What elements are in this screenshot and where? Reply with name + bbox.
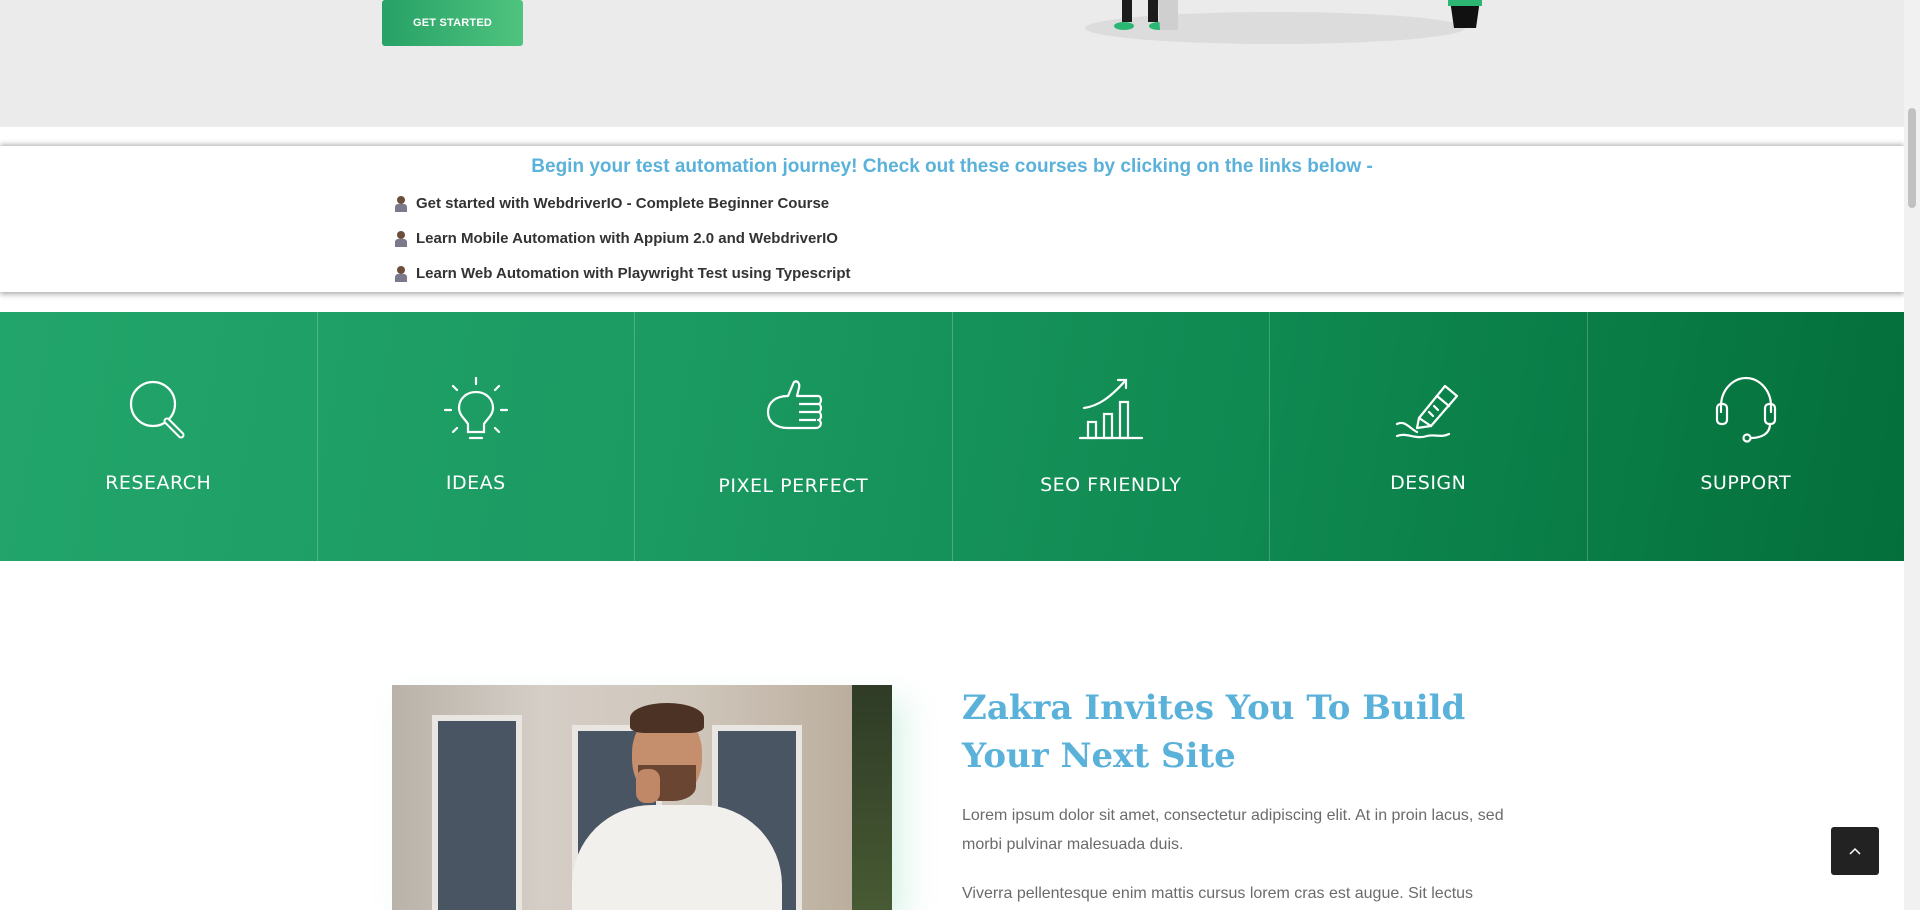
course-link-label: Learn Web Automation with Playwright Tes… bbox=[416, 265, 851, 282]
person-icon bbox=[394, 265, 408, 282]
thumbs-up-icon bbox=[767, 380, 823, 430]
scroll-to-top-button[interactable] bbox=[1831, 827, 1879, 875]
page-scrollbar[interactable] bbox=[1904, 0, 1920, 910]
feature-label: RESEARCH bbox=[105, 472, 212, 494]
about-title: Zakra Invites You To Build Your Next Sit… bbox=[962, 688, 1466, 776]
features-band: RESEARCH IDEAS PIXEL PERFECT SEO FRIENDL… bbox=[0, 312, 1904, 561]
chevron-up-icon bbox=[1849, 847, 1861, 855]
pen-icon bbox=[1396, 384, 1459, 439]
feature-seo-friendly[interactable]: SEO FRIENDLY bbox=[953, 312, 1270, 561]
courses-banner: Begin your test automation journey! Chec… bbox=[0, 146, 1904, 292]
hero-illustration bbox=[1085, 0, 1482, 44]
feature-label: DESIGN bbox=[1390, 472, 1467, 494]
feature-research[interactable]: RESEARCH bbox=[0, 312, 318, 561]
feature-label: IDEAS bbox=[445, 472, 506, 494]
about-paragraph: Lorem ipsum dolor sit amet, consectetur … bbox=[962, 807, 1504, 853]
feature-support[interactable]: SUPPORT bbox=[1588, 312, 1905, 561]
person-icon bbox=[394, 195, 408, 212]
about-photo bbox=[392, 685, 892, 910]
person-icon bbox=[394, 230, 408, 247]
feature-label: SUPPORT bbox=[1700, 472, 1792, 494]
scrollbar-thumb[interactable] bbox=[1908, 108, 1916, 208]
course-link-label: Get started with WebdriverIO - Complete … bbox=[416, 195, 830, 212]
feature-design[interactable]: DESIGN bbox=[1270, 312, 1588, 561]
feature-ideas[interactable]: IDEAS bbox=[318, 312, 635, 561]
headset-icon bbox=[1715, 376, 1776, 443]
courses-title: Begin your test automation journey! Chec… bbox=[531, 156, 1373, 177]
feature-label: PIXEL PERFECT bbox=[718, 475, 869, 497]
feature-pixel-perfect[interactable]: PIXEL PERFECT bbox=[635, 312, 953, 561]
course-link-appium[interactable]: Learn Mobile Automation with Appium 2.0 … bbox=[394, 230, 838, 247]
course-link-playwright[interactable]: Learn Web Automation with Playwright Tes… bbox=[394, 265, 851, 282]
about-paragraph: Viverra pellentesque enim mattis cursus … bbox=[962, 885, 1474, 902]
lightbulb-icon bbox=[443, 376, 508, 440]
magnifier-icon bbox=[130, 380, 185, 439]
bar-chart-icon bbox=[1078, 378, 1143, 440]
hero-section: GET STARTED bbox=[0, 0, 1904, 127]
course-link-webdriverio[interactable]: Get started with WebdriverIO - Complete … bbox=[394, 195, 829, 212]
get-started-button[interactable]: GET STARTED bbox=[382, 0, 523, 46]
page: GET STARTED Begin your test automation j… bbox=[0, 0, 1920, 910]
course-link-label: Learn Mobile Automation with Appium 2.0 … bbox=[416, 230, 838, 247]
feature-label: SEO FRIENDLY bbox=[1040, 474, 1182, 496]
